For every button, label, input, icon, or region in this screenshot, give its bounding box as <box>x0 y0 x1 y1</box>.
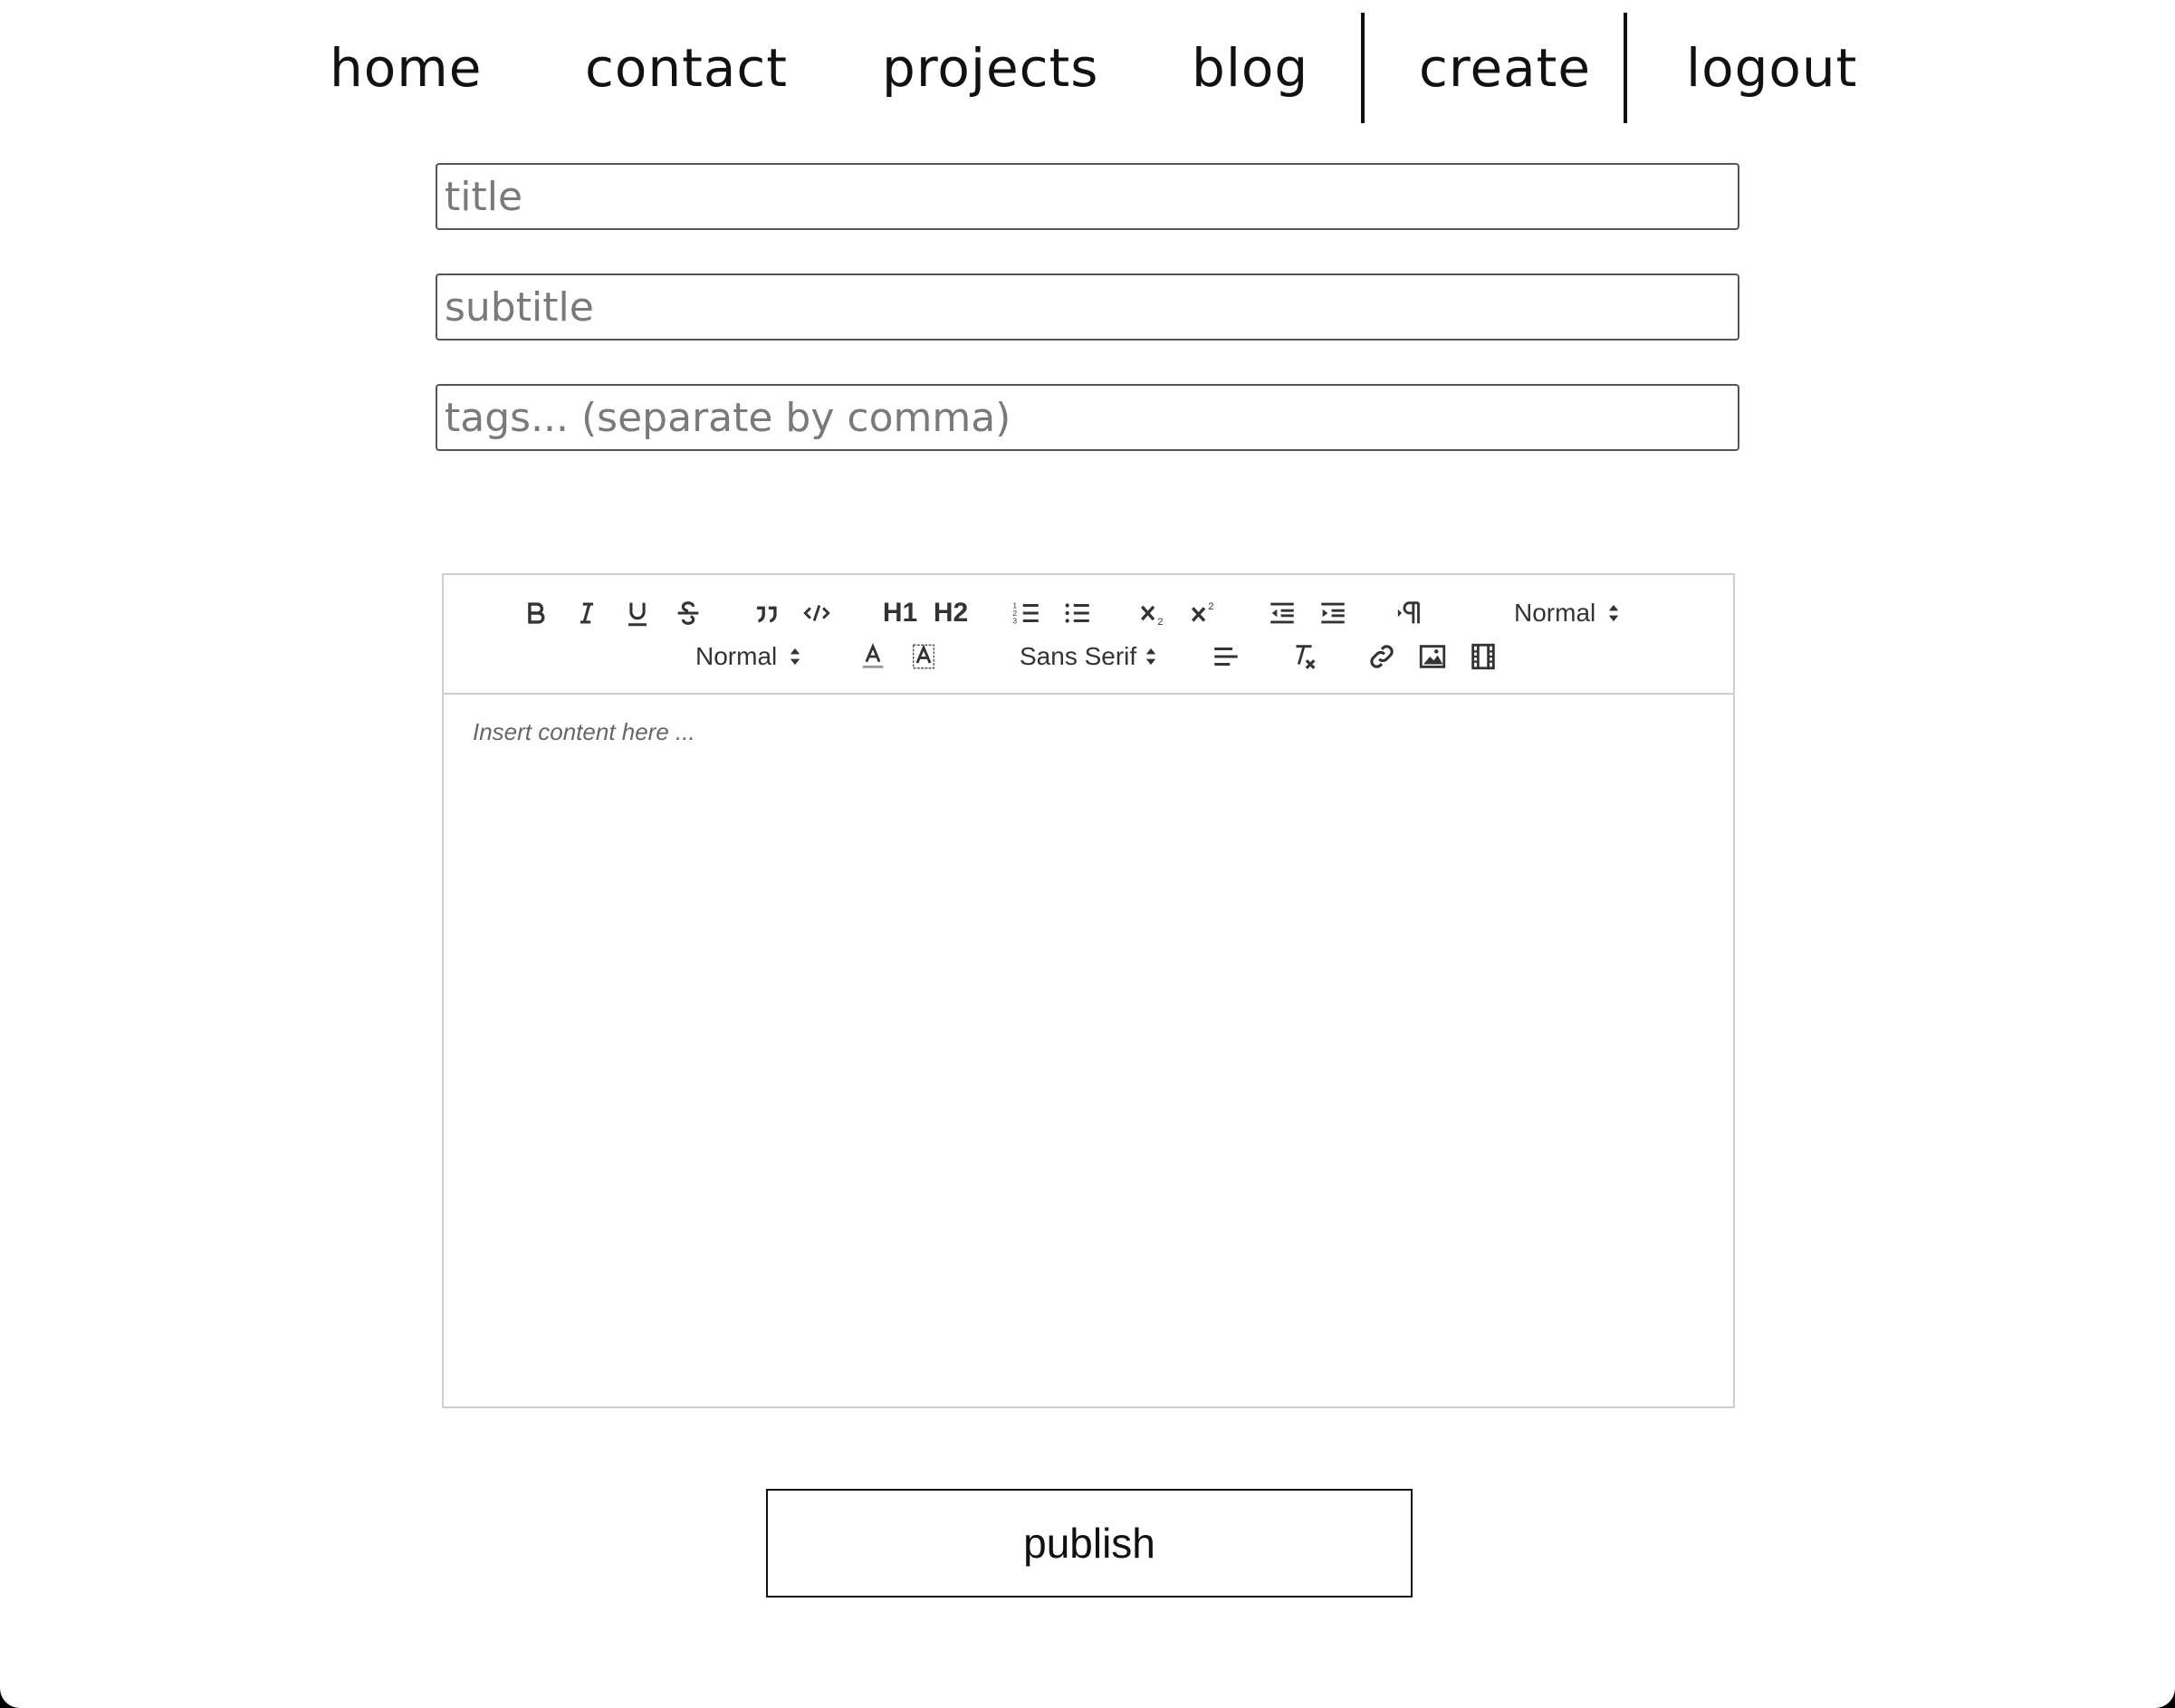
size-select-value: Normal <box>695 642 778 670</box>
top-nav: home contact projects blog create logout <box>0 0 2175 136</box>
select-arrows-icon <box>790 648 800 666</box>
nav-link-home[interactable]: home <box>330 27 482 109</box>
nav-divider <box>1624 13 1627 123</box>
italic-icon[interactable] <box>567 593 607 633</box>
ordered-list-icon[interactable]: 123 <box>1007 593 1047 633</box>
header-2-label: H2 <box>933 598 969 628</box>
header-2-button[interactable]: H2 <box>925 593 976 633</box>
svg-text:2: 2 <box>1208 601 1213 612</box>
svg-text:2: 2 <box>1157 617 1163 628</box>
superscript-icon[interactable]: 2 <box>1184 593 1224 633</box>
header-1-label: H1 <box>882 598 918 628</box>
text-color-icon[interactable] <box>853 637 893 676</box>
strikethrough-icon[interactable] <box>668 593 708 633</box>
subtitle-input[interactable] <box>436 273 1739 341</box>
nav-divider <box>1361 13 1365 123</box>
clear-format-icon[interactable] <box>1284 637 1324 676</box>
header-select[interactable]: Normal <box>1514 593 1621 633</box>
underline-icon[interactable] <box>618 593 657 633</box>
outdent-icon[interactable] <box>1262 593 1302 633</box>
indent-icon[interactable] <box>1313 593 1353 633</box>
background-color-icon[interactable] <box>904 637 944 676</box>
font-select-value: Sans Serif <box>1020 642 1137 670</box>
nav-link-contact[interactable]: contact <box>585 27 788 109</box>
rich-text-editor: H1 H2 123 2 2 Normal Normal Sans Serif I… <box>442 573 1735 1408</box>
bold-icon[interactable] <box>516 593 556 633</box>
editor-placeholder: Insert content here ... <box>473 718 695 745</box>
image-icon[interactable] <box>1413 637 1452 676</box>
select-arrows-icon <box>1609 604 1619 622</box>
code-block-icon[interactable] <box>797 593 837 633</box>
editor-content-area[interactable]: Insert content here ... <box>444 695 1733 1406</box>
header-select-value: Normal <box>1514 599 1596 627</box>
publish-button[interactable]: publish <box>766 1489 1413 1598</box>
page: home contact projects blog create logout <box>0 0 2175 1708</box>
select-arrows-icon <box>1145 648 1156 666</box>
nav-link-logout[interactable]: logout <box>1686 27 1857 109</box>
font-select[interactable]: Sans Serif <box>1020 637 1158 676</box>
tags-input[interactable] <box>436 384 1739 451</box>
video-icon[interactable] <box>1463 637 1503 676</box>
editor-toolbar: H1 H2 123 2 2 Normal Normal Sans Serif <box>444 575 1733 695</box>
blockquote-icon[interactable] <box>746 593 786 633</box>
nav-link-blog[interactable]: blog <box>1192 27 1308 109</box>
bullet-list-icon[interactable] <box>1058 593 1097 633</box>
svg-text:3: 3 <box>1012 616 1017 625</box>
align-left-icon[interactable] <box>1206 637 1246 676</box>
text-direction-icon[interactable] <box>1391 593 1431 633</box>
title-input[interactable] <box>436 163 1739 230</box>
header-1-button[interactable]: H1 <box>875 593 925 633</box>
size-select[interactable]: Normal <box>695 637 802 676</box>
nav-link-create[interactable]: create <box>1419 27 1591 109</box>
nav-link-projects[interactable]: projects <box>882 27 1099 109</box>
subscript-icon[interactable]: 2 <box>1134 593 1174 633</box>
link-icon[interactable] <box>1362 637 1402 676</box>
